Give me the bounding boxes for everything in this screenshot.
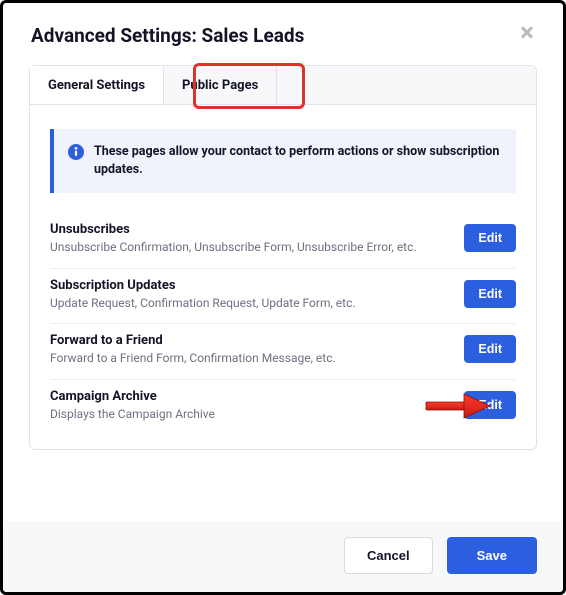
- edit-button-unsubscribes[interactable]: Edit: [464, 224, 516, 252]
- tab-public-pages[interactable]: Public Pages: [164, 66, 277, 104]
- info-banner-text: These pages allow your contact to perfor…: [94, 143, 500, 179]
- modal-header: Advanced Settings: Sales Leads ×: [3, 3, 563, 65]
- row-desc: Displays the Campaign Archive: [50, 407, 452, 423]
- edit-button-campaign-archive[interactable]: Edit: [464, 391, 516, 419]
- modal-title: Advanced Settings: Sales Leads: [31, 24, 304, 47]
- info-icon: [68, 144, 84, 160]
- row-desc: Unsubscribe Confirmation, Unsubscribe Fo…: [50, 240, 452, 256]
- modal-dialog: Advanced Settings: Sales Leads × General…: [0, 0, 566, 595]
- close-icon[interactable]: ×: [515, 23, 539, 47]
- row-desc: Update Request, Confirmation Request, Up…: [50, 296, 452, 312]
- save-button[interactable]: Save: [447, 537, 537, 574]
- row-title: Campaign Archive: [50, 389, 452, 404]
- row-title: Forward to a Friend: [50, 333, 452, 348]
- row-desc: Forward to a Friend Form, Confirmation M…: [50, 351, 452, 367]
- row-campaign-archive: Campaign Archive Displays the Campaign A…: [50, 380, 516, 435]
- row-text: Subscription Updates Update Request, Con…: [50, 278, 464, 312]
- info-banner: These pages allow your contact to perfor…: [50, 129, 516, 193]
- row-text: Forward to a Friend Forward to a Friend …: [50, 333, 464, 367]
- row-title: Unsubscribes: [50, 222, 452, 237]
- row-unsubscribes: Unsubscribes Unsubscribe Confirmation, U…: [50, 213, 516, 269]
- row-text: Campaign Archive Displays the Campaign A…: [50, 389, 464, 423]
- edit-button-forward-to-friend[interactable]: Edit: [464, 335, 516, 363]
- modal-footer: Cancel Save: [3, 521, 563, 592]
- tab-content: These pages allow your contact to perfor…: [30, 105, 536, 449]
- tab-general-settings[interactable]: General Settings: [30, 66, 164, 104]
- row-text: Unsubscribes Unsubscribe Confirmation, U…: [50, 222, 464, 256]
- cancel-button[interactable]: Cancel: [344, 537, 433, 574]
- row-forward-to-friend: Forward to a Friend Forward to a Friend …: [50, 324, 516, 380]
- row-subscription-updates: Subscription Updates Update Request, Con…: [50, 269, 516, 325]
- edit-button-subscription-updates[interactable]: Edit: [464, 280, 516, 308]
- row-title: Subscription Updates: [50, 278, 452, 293]
- modal-body: General Settings Public Pages These page…: [3, 65, 563, 521]
- tab-bar: General Settings Public Pages: [30, 66, 536, 105]
- tab-panel: General Settings Public Pages These page…: [29, 65, 537, 450]
